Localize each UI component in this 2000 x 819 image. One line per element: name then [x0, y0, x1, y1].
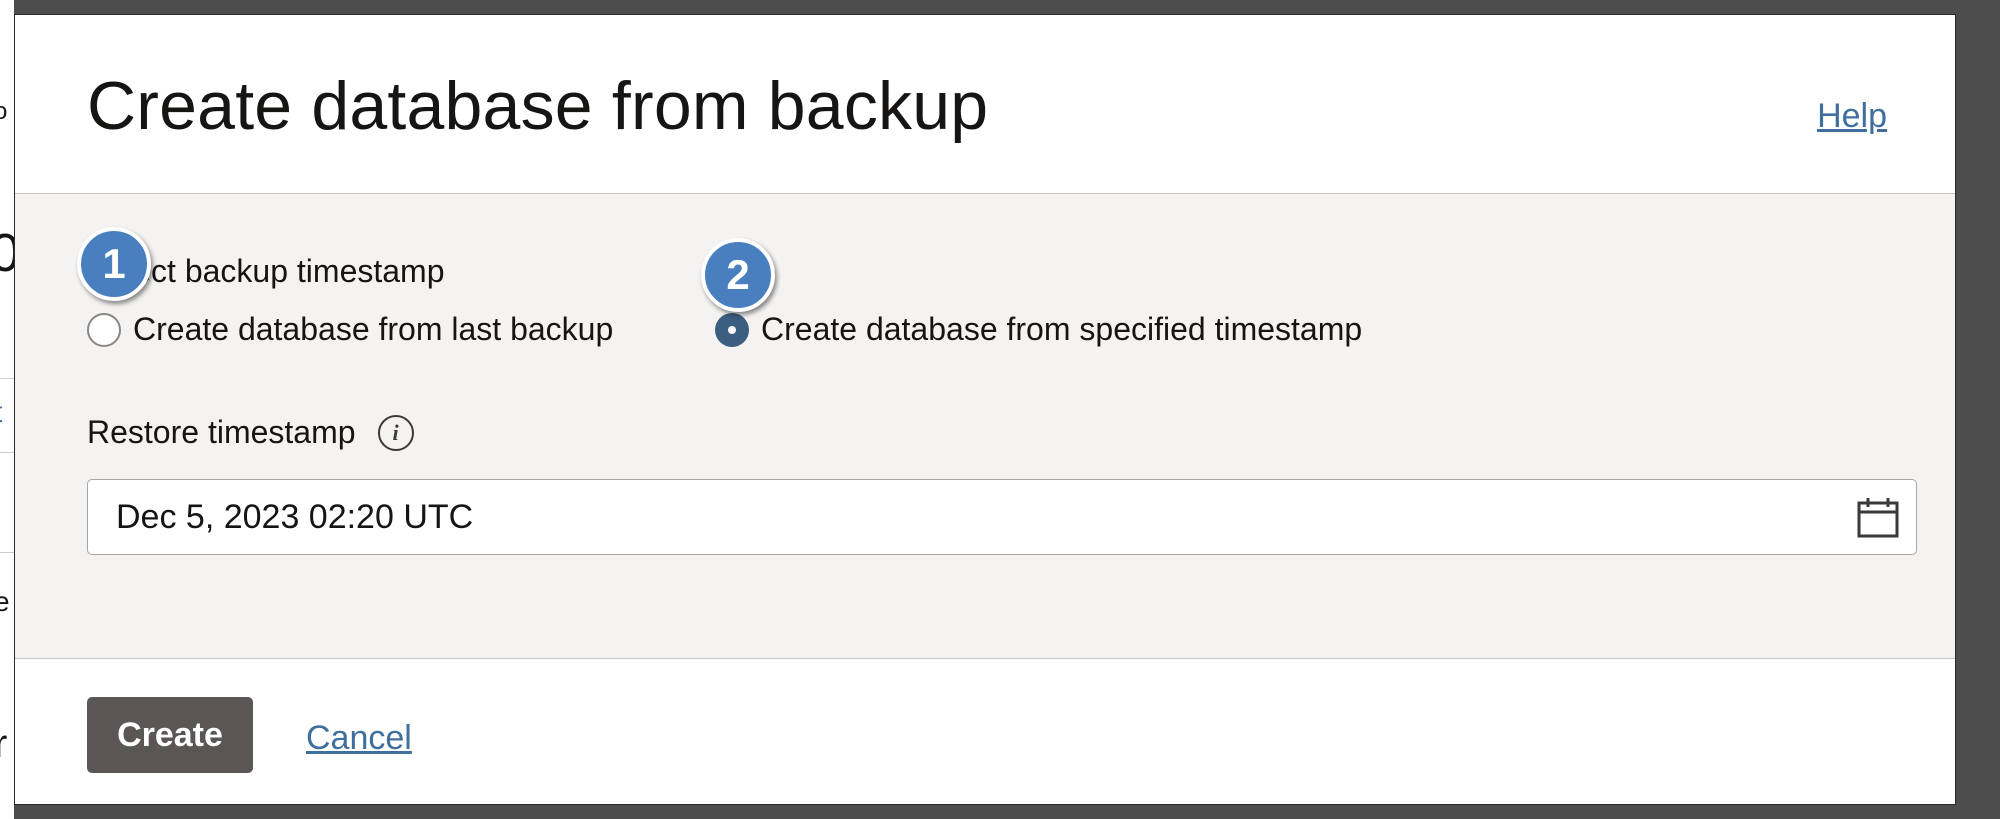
dialog-header: Create database from backup Help [15, 15, 1955, 194]
help-link[interactable]: Help [1817, 97, 1887, 136]
restore-timestamp-label: Restore timestamp [87, 414, 356, 450]
radio-button-specified-timestamp[interactable] [715, 312, 749, 347]
callout-badge-2: 2 [701, 238, 775, 312]
radio-button-last-backup[interactable] [87, 312, 121, 347]
restore-timestamp-label-row: Restore timestamp i [87, 414, 414, 451]
calendar-icon[interactable] [1854, 494, 1902, 542]
background-divider [0, 552, 14, 553]
info-icon[interactable]: i [377, 414, 414, 451]
background-text-fragment: t [0, 396, 2, 430]
radio-label-last-backup: Create database from last backup [133, 311, 614, 347]
background-divider [0, 452, 14, 453]
radio-option-specified-timestamp[interactable]: Create database from specified timestamp [715, 311, 1362, 348]
dialog-footer: Create Cancel [15, 659, 1955, 804]
background-text-fragment: o [0, 98, 8, 125]
background-text-fragment: r [0, 722, 8, 766]
create-database-dialog: Create database from backup Help Select … [14, 14, 1956, 805]
cancel-link[interactable]: Cancel [306, 719, 412, 758]
dialog-body: Select backup timestamp Create database … [15, 194, 1955, 659]
radio-option-last-backup[interactable]: Create database from last backup [87, 311, 613, 348]
background-page-strip: o 0 t e r [0, 0, 14, 819]
radio-label-specified-timestamp: Create database from specified timestamp [761, 311, 1363, 347]
create-button[interactable]: Create [87, 697, 253, 773]
background-divider [0, 378, 14, 379]
background-text-fragment: 0 [0, 222, 14, 284]
callout-badge-1: 1 [77, 227, 151, 301]
restore-timestamp-value: Dec 5, 2023 02:20 UTC [116, 498, 474, 536]
dialog-title: Create database from backup [87, 68, 989, 144]
background-text-fragment: e [0, 586, 10, 617]
restore-timestamp-input[interactable]: Dec 5, 2023 02:20 UTC [87, 479, 1917, 555]
